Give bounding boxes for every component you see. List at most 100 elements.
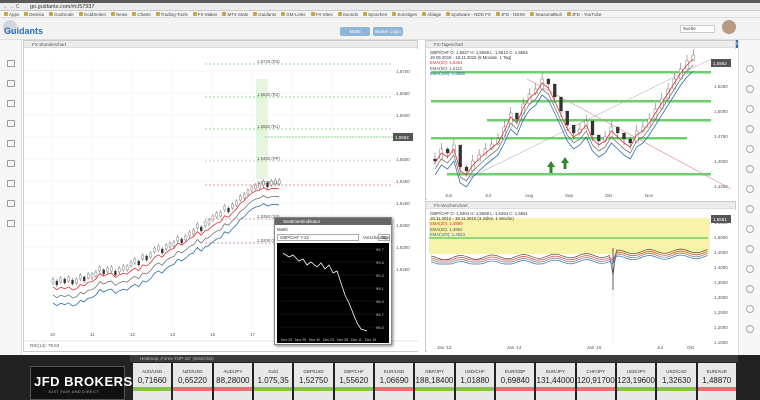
tile-change-bar <box>455 387 494 391</box>
bookmark-item[interactable]: SeasonalBull <box>528 12 563 17</box>
bookmark-item[interactable]: Trading-Tools <box>154 12 190 17</box>
bookmark-item[interactable]: MT4-Stats <box>220 12 250 17</box>
user-icon[interactable] <box>746 125 754 133</box>
folder-icon <box>446 12 451 16</box>
bookmark-item[interactable]: GM-Links <box>279 12 307 17</box>
heatmap-tile[interactable]: AUD/JPY 88,28000 <box>213 363 252 400</box>
watchlist-icon[interactable] <box>7 100 15 107</box>
user-icon[interactable] <box>746 85 754 93</box>
bookmark-item[interactable]: JFD - YouTube <box>565 12 604 17</box>
sentiment-popup[interactable]: Sentimentindikator Markt GBP/CHF 7-22 Vo… <box>274 217 392 345</box>
x-tick-label: Jan '15 <box>587 345 602 350</box>
browser-nav-buttons[interactable]: ← → C <box>3 4 27 10</box>
left-toolbar <box>0 40 22 355</box>
heatmap-title[interactable]: Heatmap „Forex-TOP-15" (Watchlist) <box>130 355 738 362</box>
user-icon[interactable] <box>746 165 754 173</box>
candle-body <box>622 132 626 140</box>
user-icon[interactable] <box>746 205 754 213</box>
y-tick-label: 1,5650 <box>396 91 410 96</box>
heatmap-tile[interactable]: EUR/JPY 131,44000 <box>536 363 575 400</box>
heatmap-tile[interactable]: GBP/JPY 188,18400 <box>415 363 454 400</box>
popup-title[interactable]: Sentimentindikator <box>275 218 391 225</box>
bookmark-item[interactable]: FX-Maker <box>191 12 220 17</box>
heatmap-tile[interactable]: EUR/USD 1,06690 <box>374 363 414 400</box>
bookmark-item[interactable]: Sounds <box>336 12 360 17</box>
panel-title[interactable]: FX-Stundenchart <box>24 41 417 48</box>
candle-body <box>102 269 105 275</box>
user-icon[interactable] <box>746 185 754 193</box>
guidants-logo[interactable]: Guidants <box>4 26 44 38</box>
x-tick-label: Okt <box>687 345 695 350</box>
avatar[interactable] <box>722 20 736 34</box>
bookmark-item[interactable]: Charts <box>130 12 152 17</box>
user-icon[interactable] <box>746 265 754 273</box>
heatmap-tile[interactable]: USD/CAD 1,32630 <box>657 363 696 400</box>
bookmark-item[interactable]: Devisia <box>22 12 46 17</box>
alert-icon[interactable] <box>7 140 15 147</box>
bookmark-item[interactable]: Sprachen <box>361 12 389 17</box>
candle-body <box>211 215 215 221</box>
weekly-chart-panel[interactable]: FX-Wochenchart 1,55001,50001,45001,40001… <box>425 201 736 352</box>
candle-body <box>161 248 164 254</box>
bookmark-item[interactable]: Apps <box>2 12 21 17</box>
bookmark-item[interactable]: FX-Sites <box>309 12 335 17</box>
heatmap-tile[interactable]: USD/JPY 123,19600 <box>616 363 656 400</box>
user-icon[interactable] <box>746 105 754 113</box>
news-icon[interactable] <box>7 120 15 127</box>
price-tag-label: 1,5561 <box>713 217 727 222</box>
bookmark-item[interactable]: Sonstiges <box>390 12 419 17</box>
user-icon[interactable] <box>746 65 754 73</box>
pivot-level-label: 1,5582 (R1) <box>257 124 280 129</box>
calendar-icon[interactable] <box>7 180 15 187</box>
daily-chart-panel[interactable]: FX-Tageschart 1,55001,52501,50001,47501,… <box>425 40 736 200</box>
panel-title[interactable]: FX-Tageschart <box>426 41 735 48</box>
heatmap-tile[interactable]: Gold 1.075,35 <box>253 363 293 400</box>
user-icon[interactable] <box>746 245 754 253</box>
user-icon[interactable] <box>746 145 754 153</box>
market-select[interactable]: GBP/CHF 7-22 <box>277 234 359 241</box>
user-icon[interactable] <box>746 305 754 313</box>
heatmap-tile[interactable]: USD/CHF 1,01880 <box>455 363 494 400</box>
candle-body <box>79 274 82 280</box>
bookmark-item[interactable]: Guidants <box>251 12 278 17</box>
bookmark-item[interactable]: Spotware - NDD FX <box>444 12 493 17</box>
x-tick-label: 12 <box>130 332 136 337</box>
broker-login-button[interactable]: Broker Login <box>373 27 403 36</box>
y-tick-label: 1,3000 <box>714 295 728 300</box>
heatmap-tile[interactable]: NZD/USD 0,65220 <box>173 363 212 400</box>
heatmap-tile[interactable]: EUR/AUD 1,48870 <box>697 363 736 400</box>
portfolio-icon[interactable] <box>7 200 15 207</box>
address-bar[interactable]: go.guidants.com/#c/57937 <box>30 4 150 10</box>
user-icon[interactable] <box>746 325 754 333</box>
y-tick-label: 1,5600 <box>396 113 410 118</box>
tile-change-bar <box>294 387 333 391</box>
y-tick-label: 1,5000 <box>714 109 728 114</box>
help-icon[interactable] <box>7 220 15 227</box>
heatmap-tile[interactable]: GBP/CHF 1,55620 <box>334 363 373 400</box>
heatmap-tile[interactable]: EUR/GBP 0,69840 <box>495 363 535 400</box>
candle-body <box>219 211 222 217</box>
chart-icon[interactable] <box>7 80 15 87</box>
heatmap-tile[interactable]: CHF/JPY 120,91700 <box>576 363 615 400</box>
bookmark-item[interactable]: Ablage <box>420 12 443 17</box>
add-icon[interactable] <box>7 60 15 67</box>
markt-button[interactable]: Markt <box>340 27 370 36</box>
ema-legend: EMA(100): 1,4865 <box>430 70 465 76</box>
user-icon[interactable] <box>746 285 754 293</box>
heatmap-tile[interactable]: AUD/USD 0,71660 <box>133 363 172 400</box>
heatmap-tiles: AUD/USD 0,71660 NZD/USD 0,65220 AUD/JPY 88,28… <box>133 363 736 400</box>
brand-name: JFD BROKERS <box>34 374 133 389</box>
x-tick-label: Dec 03 <box>323 338 334 342</box>
x-tick-label: Jul <box>657 345 663 350</box>
panel-title[interactable]: FX-Wochenchart <box>426 202 735 209</box>
user-icon[interactable] <box>746 225 754 233</box>
search-input[interactable]: Suche <box>680 25 715 33</box>
bookmark-item[interactable]: Godmode <box>47 12 76 17</box>
heatmap-tile[interactable]: GBP/USD 1,52750 <box>294 363 333 400</box>
bookmark-item[interactable]: News <box>109 12 129 17</box>
bookmark-item[interactable]: GoldSeiten <box>77 12 108 17</box>
preview-days-input[interactable]: 20 <box>378 234 390 241</box>
settings-icon[interactable] <box>7 160 15 167</box>
candle-body <box>616 126 620 134</box>
bookmark-item[interactable]: JFD - DESK <box>494 12 528 17</box>
